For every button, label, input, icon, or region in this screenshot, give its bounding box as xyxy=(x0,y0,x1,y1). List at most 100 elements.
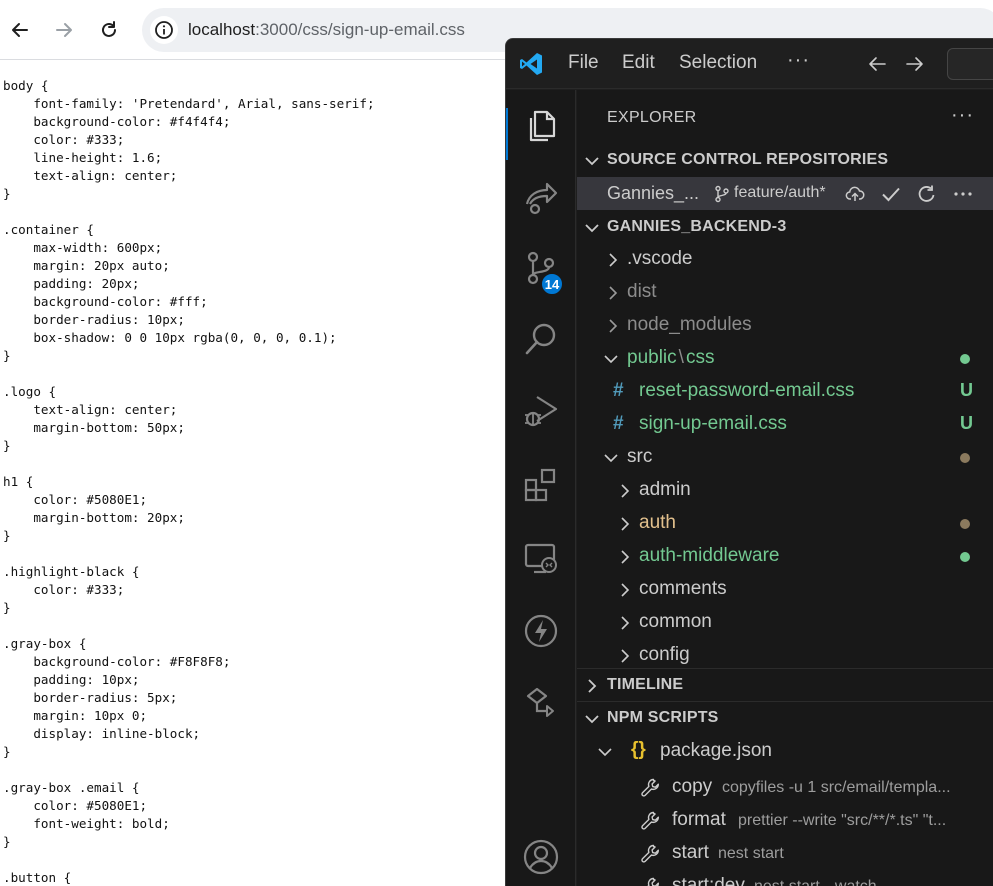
css-code-line: margin: 10px 0; xyxy=(3,708,148,723)
vscode-logo-icon xyxy=(520,53,542,75)
search-icon xyxy=(525,323,556,355)
run-debug-activity-button[interactable] xyxy=(521,390,561,430)
css-code-line: font-family: 'Pretendard', Arial, sans-s… xyxy=(3,96,375,111)
search-activity-button[interactable] xyxy=(521,319,561,359)
timeline-header[interactable]: TIMELINE xyxy=(577,668,993,701)
go-forward-icon[interactable] xyxy=(904,53,926,75)
forward-button[interactable] xyxy=(48,14,80,46)
commit-button[interactable] xyxy=(879,182,903,206)
branch-name[interactable]: feature/auth* xyxy=(734,184,826,202)
json-braces-icon: {} xyxy=(631,739,646,760)
url-text: localhost:3000/css/sign-up-email.css xyxy=(188,20,465,40)
refresh-icon xyxy=(918,185,935,202)
css-code-line: margin: 20px auto; xyxy=(3,258,170,273)
css-code-line: box-shadow: 0 0 10px rgba(0, 0, 0, 0.1); xyxy=(3,330,337,345)
section-label: NPM SCRIPTS xyxy=(607,709,719,726)
tree-item-label: dist xyxy=(627,281,657,302)
section-label: SOURCE CONTROL REPOSITORIES xyxy=(607,151,889,168)
untracked-status: U xyxy=(960,380,973,400)
css-code-line: } xyxy=(3,528,11,543)
npm-script-command: prettier --write "src/**/*.ts" "t... xyxy=(738,812,947,829)
chevron-down-icon xyxy=(604,454,618,463)
go-back-icon[interactable] xyxy=(866,53,888,75)
git-added-dot xyxy=(960,552,970,562)
remote-activity-button[interactable] xyxy=(521,177,561,217)
accounts-activity-button[interactable] xyxy=(521,837,561,877)
remote-explorer-activity-button[interactable] xyxy=(521,539,561,579)
forward-arrow-icon xyxy=(56,23,72,37)
css-code-line: line-height: 1.6; xyxy=(3,150,163,165)
repository-row[interactable]: Gannies_... feature/auth* xyxy=(577,177,993,210)
chevron-right-icon xyxy=(621,484,630,498)
section-label: GANNIES_BACKEND-3 xyxy=(607,218,787,235)
tree-item-node-modules[interactable]: node_modules xyxy=(577,309,993,342)
git-branch-icon xyxy=(715,185,729,203)
npm-script-row[interactable]: copy copyfiles -u 1 src/email/templa... xyxy=(577,771,993,804)
tree-item-src[interactable]: src xyxy=(577,441,993,474)
title-bar: File Edit Selection ··· xyxy=(506,39,993,89)
live-share-icon xyxy=(525,182,558,215)
css-source-view: body { font-family: 'Pretendard', Arial,… xyxy=(0,61,510,886)
tree-item-sign-up-email[interactable]: # sign-up-email.css U xyxy=(577,408,993,441)
folder-public-label: public xyxy=(627,347,677,368)
back-button[interactable] xyxy=(4,14,36,46)
css-code-line: } xyxy=(3,348,11,363)
extensions-activity-button[interactable] xyxy=(521,465,561,505)
tree-item-dist[interactable]: dist xyxy=(577,276,993,309)
tree-item-auth[interactable]: auth xyxy=(577,507,993,540)
site-info-button[interactable] xyxy=(150,16,178,44)
menu-selection[interactable]: Selection xyxy=(679,52,757,74)
refresh-button[interactable] xyxy=(915,182,939,206)
command-center-search[interactable] xyxy=(947,48,993,80)
chevron-right-icon xyxy=(609,286,618,300)
menu-file[interactable]: File xyxy=(568,52,599,74)
css-code-line: .container { xyxy=(3,222,94,237)
npm-script-row[interactable]: format prettier --write "src/**/*.ts" "t… xyxy=(577,804,993,837)
wrench-icon xyxy=(641,844,660,863)
tree-item-label: config xyxy=(639,644,690,665)
css-code-line: margin-bottom: 20px; xyxy=(3,510,185,525)
files-icon xyxy=(529,110,556,142)
css-code-line: h1 { xyxy=(3,474,34,489)
tree-item-comments[interactable]: comments xyxy=(577,573,993,606)
explorer-activity-button[interactable] xyxy=(521,106,561,146)
account-icon xyxy=(523,839,559,875)
publish-branch-button[interactable] xyxy=(843,182,867,206)
css-code-line: } xyxy=(3,834,11,849)
npm-script-row[interactable]: start:dev nest start --watch xyxy=(577,870,993,886)
tree-item-admin[interactable]: admin xyxy=(577,474,993,507)
menu-edit[interactable]: Edit xyxy=(622,52,655,74)
tree-item-label: comments xyxy=(639,578,727,599)
tree-item-reset-password-email[interactable]: # reset-password-email.css U xyxy=(577,375,993,408)
git-graph-activity-button[interactable] xyxy=(521,681,561,721)
extensions-icon xyxy=(524,468,556,502)
git-added-dot xyxy=(960,354,970,364)
npm-package-json[interactable]: {} package.json xyxy=(577,735,993,768)
explorer-more-button[interactable]: ··· xyxy=(951,104,974,127)
project-folder-header[interactable]: GANNIES_BACKEND-3 xyxy=(577,211,993,244)
menu-more-button[interactable]: ··· xyxy=(787,49,810,72)
thunder-client-activity-button[interactable] xyxy=(521,611,561,651)
npm-script-row[interactable]: start nest start xyxy=(577,837,993,870)
tree-item-public-css[interactable]: public \ css xyxy=(577,342,993,375)
css-code-line: color: #333; xyxy=(3,582,125,597)
repository-more-button[interactable] xyxy=(951,182,975,206)
css-code-line: display: inline-block; xyxy=(3,726,201,741)
tree-item-label: node_modules xyxy=(627,314,752,335)
remote-explorer-icon xyxy=(524,543,557,574)
css-code-line: background-color: #F8F8F8; xyxy=(3,654,231,669)
tree-item-vscode[interactable]: .vscode xyxy=(577,243,993,276)
folder-css-label: css xyxy=(685,347,715,368)
npm-scripts-header[interactable]: NPM SCRIPTS xyxy=(577,701,993,734)
reload-button[interactable] xyxy=(93,14,125,46)
tree-item-auth-middleware[interactable]: auth-middleware xyxy=(577,540,993,573)
check-icon xyxy=(882,187,900,202)
chevron-down-icon xyxy=(604,355,618,364)
tree-item-common[interactable]: common xyxy=(577,606,993,639)
source-control-repositories-header[interactable]: SOURCE CONTROL REPOSITORIES xyxy=(577,144,993,177)
css-code-line: margin-bottom: 50px; xyxy=(3,420,185,435)
npm-script-command: nest start --watch xyxy=(754,878,877,886)
npm-script-name: start xyxy=(672,842,709,863)
css-file-icon: # xyxy=(613,413,624,434)
css-code-line: color: #5080E1; xyxy=(3,798,148,813)
